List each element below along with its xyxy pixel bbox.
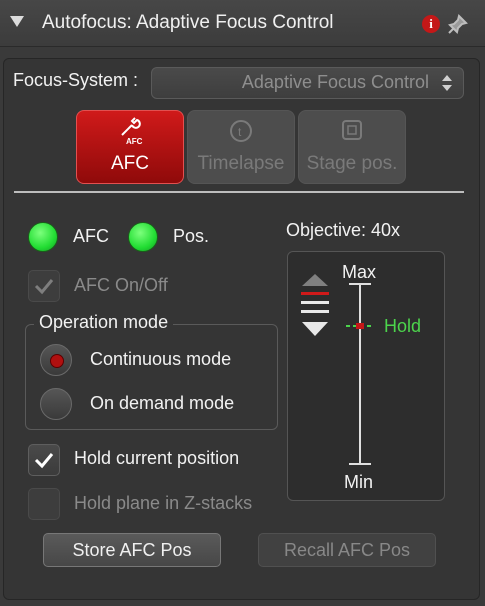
collapse-arrow-icon[interactable] xyxy=(10,16,24,27)
panel-title: Autofocus: Adaptive Focus Control xyxy=(42,12,334,33)
section-divider xyxy=(14,191,464,193)
stage-position-mode-label: Stage pos. xyxy=(306,153,398,174)
timelapse-mode-label: Timelapse xyxy=(197,153,285,174)
checkmark-icon xyxy=(34,279,54,295)
hold-plane-zstacks-label: Hold plane in Z-stacks xyxy=(74,493,253,513)
on-demand-mode-radio[interactable] xyxy=(40,388,72,420)
afc-onoff-label: AFC On/Off xyxy=(74,275,168,295)
min-label: Min xyxy=(344,472,374,492)
hold-current-position-label: Hold current position xyxy=(74,448,240,468)
afc-status-led xyxy=(28,222,58,252)
focus-system-value: Adaptive Focus Control xyxy=(241,72,429,92)
operation-mode-legend: Operation mode xyxy=(34,312,174,333)
objective-label: Objective: 40x xyxy=(286,220,401,240)
stage-position-mode-button[interactable]: Stage pos. xyxy=(298,110,406,184)
timelapse-mode-button[interactable]: t Timelapse xyxy=(187,110,295,184)
position-status-label: Pos. xyxy=(173,226,210,246)
focus-scale-slider[interactable] xyxy=(342,282,382,470)
position-status-led xyxy=(128,222,158,252)
hold-marker-label: Hold xyxy=(384,316,422,336)
afc-mode-label: AFC xyxy=(111,153,149,174)
svg-text:AFC: AFC xyxy=(126,137,143,146)
info-icon[interactable]: i xyxy=(422,15,440,33)
pin-icon[interactable] xyxy=(447,13,469,35)
focus-drive-arrows-icon[interactable] xyxy=(298,270,332,340)
focus-system-label: Focus-System : xyxy=(13,70,139,90)
timelapse-clock-icon: t xyxy=(230,120,252,142)
continuous-mode-radio[interactable] xyxy=(40,344,72,376)
on-demand-mode-label: On demand mode xyxy=(90,393,235,413)
checkmark-icon xyxy=(34,453,54,469)
afc-mode-button[interactable]: AFC AFC xyxy=(76,110,184,184)
updown-arrows-icon xyxy=(442,75,452,91)
hold-plane-zstacks-checkbox[interactable] xyxy=(28,488,60,520)
focus-system-select[interactable]: Adaptive Focus Control xyxy=(151,67,464,99)
afc-wrench-icon: AFC xyxy=(121,117,143,146)
store-afc-pos-button[interactable]: Store AFC Pos xyxy=(43,533,221,567)
hold-current-position-checkbox[interactable] xyxy=(28,444,60,476)
continuous-mode-label: Continuous mode xyxy=(90,349,232,369)
afc-onoff-checkbox[interactable] xyxy=(28,270,60,302)
svg-text:t: t xyxy=(238,125,242,139)
afc-status-label: AFC xyxy=(73,226,109,246)
max-label: Max xyxy=(342,262,377,282)
radio-selected-dot xyxy=(50,354,64,368)
recall-afc-pos-button[interactable]: Recall AFC Pos xyxy=(258,533,436,567)
stage-position-icon xyxy=(342,120,362,140)
